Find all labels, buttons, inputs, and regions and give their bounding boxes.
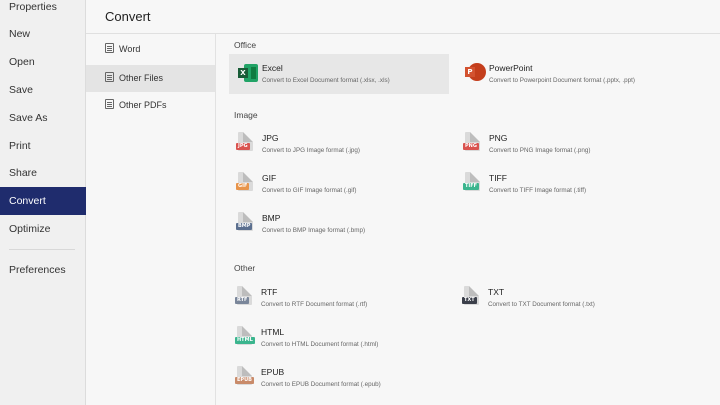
convert-png-card[interactable]: PNG PNG Convert to PNG Image format (.pn…	[456, 124, 672, 164]
subnav-other-files[interactable]: Other Files	[86, 65, 215, 92]
nav-preferences[interactable]: Preferences	[0, 256, 86, 284]
convert-epub-card[interactable]: EPUB EPUB Convert to EPUB Document forma…	[228, 358, 444, 398]
rtf-file-icon: RTF	[235, 286, 255, 308]
section-title-other: Other	[234, 263, 256, 273]
subnav-other-pdfs[interactable]: Other PDFs	[86, 92, 215, 119]
convert-html-card[interactable]: HTML HTML Convert to HTML Document forma…	[228, 318, 444, 358]
convert-bmp-card[interactable]: BMP BMP Convert to BMP Image format (.bm…	[229, 204, 445, 244]
html-file-icon: HTML	[235, 326, 255, 348]
nav-print[interactable]: Print	[0, 132, 86, 160]
subnav-word-label: Word	[119, 44, 141, 54]
epub-file-icon: EPUB	[235, 366, 255, 388]
convert-rtf-card[interactable]: RTF RTF Convert to RTF Document format (…	[228, 278, 444, 318]
subnav-word[interactable]: Word	[86, 36, 215, 63]
convert-excel-card[interactable]: X Excel Convert to Excel Document format…	[229, 54, 449, 94]
excel-icon: X	[236, 62, 258, 84]
card-description: Convert to HTML Document format (.html)	[261, 341, 379, 348]
card-title: HTML	[261, 327, 285, 337]
other-files-icon	[105, 72, 114, 82]
other-pdfs-icon	[105, 99, 114, 109]
convert-gif-card[interactable]: GIF GIF Convert to GIF Image format (.gi…	[229, 164, 445, 204]
page-title: Convert	[105, 9, 151, 24]
convert-tiff-card[interactable]: TIFF TIFF Convert to TIFF Image format (…	[456, 164, 672, 204]
card-title: EPUB	[261, 367, 285, 377]
convert-txt-card[interactable]: TXT TXT Convert to TXT Document format (…	[455, 278, 671, 318]
convert-jpg-card[interactable]: JPG JPG Convert to JPG Image format (.jp…	[229, 124, 445, 164]
subnav-other-files-label: Other Files	[119, 73, 164, 83]
card-title: GIF	[262, 173, 277, 183]
card-title: PNG	[489, 133, 508, 143]
card-title: BMP	[262, 213, 281, 223]
bmp-file-icon: BMP	[236, 212, 256, 234]
card-description: Convert to TXT Document format (.txt)	[488, 301, 595, 308]
nav-save[interactable]: Save	[0, 76, 86, 104]
card-description: Convert to Excel Document format (.xlsx,…	[262, 77, 390, 84]
card-description: Convert to RTF Document format (.rtf)	[261, 301, 368, 308]
convert-powerpoint-card[interactable]: P PowerPoint Convert to Powerpoint Docum…	[456, 54, 672, 94]
tiff-file-icon: TIFF	[463, 172, 483, 194]
convert-subnav: Word Other Files Other PDFs	[86, 34, 216, 405]
card-description: Convert to PNG Image format (.png)	[489, 147, 591, 154]
card-title: Excel	[262, 63, 283, 73]
card-description: Convert to EPUB Document format (.epub)	[261, 381, 381, 388]
section-title-office: Office	[234, 40, 257, 50]
powerpoint-icon: P	[463, 62, 486, 84]
card-title: JPG	[262, 133, 279, 143]
card-description: Convert to JPG Image format (.jpg)	[262, 147, 360, 154]
nav-open[interactable]: Open	[0, 48, 86, 76]
card-title: PowerPoint	[489, 63, 533, 73]
card-title: TXT	[488, 287, 505, 297]
txt-file-icon: TXT	[462, 286, 482, 308]
nav-new[interactable]: New	[0, 20, 86, 48]
subnav-other-pdfs-label: Other PDFs	[119, 100, 167, 110]
card-description: Convert to TIFF Image format (.tiff)	[489, 187, 587, 194]
jpg-file-icon: JPG	[236, 132, 256, 154]
card-description: Convert to GIF Image format (.gif)	[262, 187, 357, 194]
gif-file-icon: GIF	[236, 172, 256, 194]
nav-share[interactable]: Share	[0, 159, 86, 187]
card-description: Convert to Powerpoint Document format (.…	[489, 77, 635, 84]
left-nav: Properties New Open Save Save As Print S…	[0, 0, 86, 405]
nav-optimize[interactable]: Optimize	[0, 215, 86, 243]
nav-convert[interactable]: Convert	[0, 187, 86, 215]
card-title: TIFF	[489, 173, 507, 183]
png-file-icon: PNG	[463, 132, 483, 154]
nav-divider	[9, 249, 75, 250]
nav-save-as[interactable]: Save As	[0, 104, 86, 132]
section-title-image: Image	[234, 110, 258, 120]
word-doc-icon	[105, 43, 114, 53]
card-description: Convert to BMP Image format (.bmp)	[262, 227, 366, 234]
nav-properties[interactable]: Properties	[0, 0, 86, 21]
card-title: RTF	[261, 287, 278, 297]
